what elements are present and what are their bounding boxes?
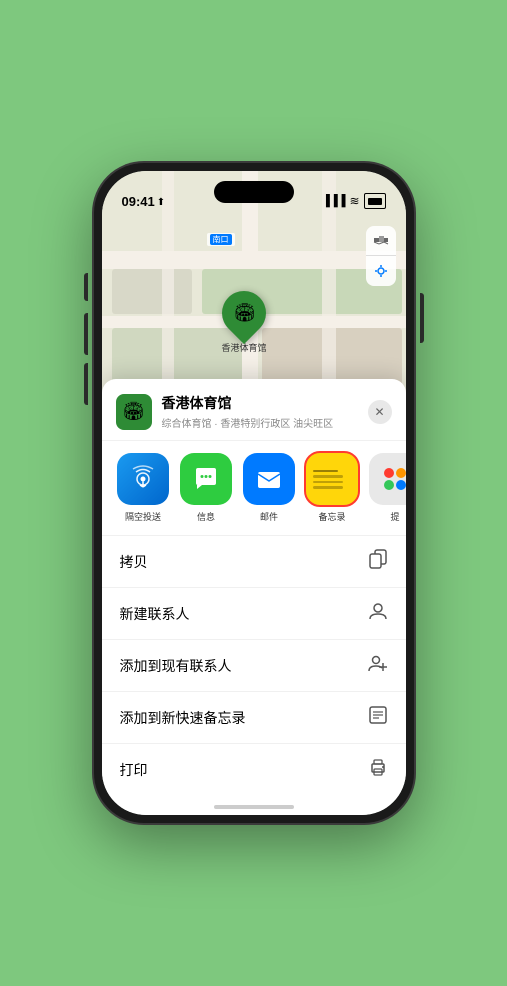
print-icon bbox=[368, 757, 388, 782]
share-row: 隔空投送 信息 bbox=[102, 441, 406, 536]
airdrop-label: 隔空投送 bbox=[125, 510, 161, 523]
volume-down-button bbox=[84, 363, 88, 405]
action-row-copy[interactable]: 拷贝 bbox=[102, 536, 406, 588]
map-label-text: 南口 bbox=[210, 234, 232, 245]
pin-emoji: 🏟 bbox=[233, 303, 256, 324]
print-label: 打印 bbox=[120, 760, 148, 780]
mail-label: 邮件 bbox=[260, 510, 278, 523]
wifi-icon: ≋ bbox=[349, 194, 359, 208]
share-item-notes[interactable]: 备忘录 bbox=[305, 453, 360, 523]
power-button bbox=[420, 293, 424, 343]
pin-background: 🏟 bbox=[213, 282, 275, 344]
mail-icon bbox=[243, 453, 295, 505]
share-item-messages[interactable]: 信息 bbox=[179, 453, 234, 523]
volume-up-button bbox=[84, 313, 88, 355]
map-label: 南口 bbox=[207, 233, 235, 246]
add-contact-icon bbox=[368, 653, 388, 678]
copy-label: 拷贝 bbox=[120, 552, 148, 572]
signal-icon: ▐▐▐ bbox=[322, 195, 345, 207]
location-name: 香港体育馆 bbox=[162, 393, 368, 413]
airdrop-icon bbox=[117, 453, 169, 505]
status-time: 09:41 bbox=[122, 194, 155, 211]
share-item-airdrop[interactable]: 隔空投送 bbox=[116, 453, 171, 523]
action-row-print[interactable]: 打印 bbox=[102, 744, 406, 795]
dynamic-island bbox=[214, 181, 294, 203]
battery-icon bbox=[364, 193, 386, 209]
share-item-mail[interactable]: 邮件 bbox=[242, 453, 297, 523]
mute-button bbox=[84, 273, 88, 301]
action-row-add-contact[interactable]: 添加到现有联系人 bbox=[102, 640, 406, 692]
location-subtitle: 综合体育馆 · 香港特别行政区 油尖旺区 bbox=[162, 415, 368, 430]
new-contact-label: 新建联系人 bbox=[120, 604, 190, 624]
phone-screen: 09:41 ⬆ ▐▐▐ ≋ bbox=[102, 171, 406, 815]
location-pin: 🏟 香港体育馆 bbox=[222, 291, 267, 354]
location-header: 🏟 香港体育馆 综合体育馆 · 香港特别行政区 油尖旺区 ✕ bbox=[102, 379, 406, 441]
more-icon bbox=[369, 453, 406, 505]
location-thumb-emoji: 🏟 bbox=[122, 401, 145, 422]
share-item-more[interactable]: 提 bbox=[368, 453, 406, 523]
notes-icon bbox=[306, 453, 358, 505]
bottom-sheet: 🏟 香港体育馆 综合体育馆 · 香港特别行政区 油尖旺区 ✕ bbox=[102, 379, 406, 815]
phone-frame: 09:41 ⬆ ▐▐▐ ≋ bbox=[94, 163, 414, 823]
copy-icon bbox=[368, 549, 388, 574]
messages-label: 信息 bbox=[197, 510, 215, 523]
home-indicator bbox=[214, 805, 294, 809]
notes-label: 备忘录 bbox=[318, 510, 345, 523]
status-icons: ▐▐▐ ≋ bbox=[322, 193, 385, 211]
add-contact-label: 添加到现有联系人 bbox=[120, 656, 232, 676]
quick-note-label: 添加到新快速备忘录 bbox=[120, 708, 246, 728]
messages-icon bbox=[180, 453, 232, 505]
location-arrow-icon: ⬆ bbox=[157, 197, 165, 208]
location-thumbnail: 🏟 bbox=[116, 394, 152, 430]
location-button[interactable] bbox=[366, 256, 396, 286]
close-button[interactable]: ✕ bbox=[368, 400, 392, 424]
new-contact-icon bbox=[368, 601, 388, 626]
map-controls bbox=[366, 226, 396, 286]
action-row-new-contact[interactable]: 新建联系人 bbox=[102, 588, 406, 640]
location-info: 香港体育馆 综合体育馆 · 香港特别行政区 油尖旺区 bbox=[162, 393, 368, 430]
quick-note-icon bbox=[368, 705, 388, 730]
action-row-quick-note[interactable]: 添加到新快速备忘录 bbox=[102, 692, 406, 744]
more-label: 提 bbox=[390, 510, 399, 523]
map-type-button[interactable] bbox=[366, 226, 396, 256]
